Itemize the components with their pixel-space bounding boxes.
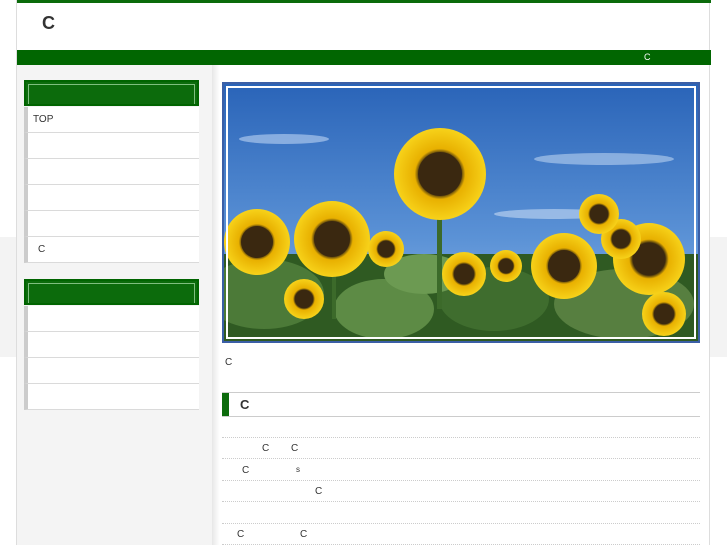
news-row[interactable]	[222, 416, 700, 438]
news-text[interactable]: C	[315, 486, 322, 497]
sidebar-shadow	[212, 65, 220, 545]
site-title[interactable]: C	[42, 13, 55, 34]
sidebar: TOP C	[17, 65, 213, 545]
sidebar-item[interactable]	[24, 133, 199, 159]
sidebar-item-label: C	[38, 244, 46, 255]
sidebar-item[interactable]	[24, 211, 199, 237]
sidebar-item[interactable]	[24, 185, 199, 211]
news-row[interactable]: C C	[222, 437, 700, 459]
hero-image	[222, 82, 700, 343]
news-date: C	[262, 443, 270, 454]
sidebar-item[interactable]	[24, 332, 199, 358]
sidebar-menu-header-2	[24, 279, 199, 305]
sidebar-item[interactable]	[24, 306, 199, 332]
sidebar-item-top[interactable]: TOP	[24, 107, 199, 133]
top-accent-line	[17, 0, 711, 3]
news-row[interactable]: C	[222, 480, 700, 502]
section-heading: C	[222, 392, 700, 417]
sidebar-item-label: TOP	[33, 114, 54, 125]
section-heading-text: C	[240, 397, 250, 412]
section-heading-bar	[222, 393, 229, 416]
nav-link[interactable]: C	[644, 51, 651, 64]
sidebar-item[interactable]	[24, 384, 199, 410]
page-frame: C C TOP C C C C C C s C C C	[16, 0, 711, 545]
news-date: C	[237, 529, 245, 540]
news-text[interactable]: C	[300, 529, 307, 540]
news-text[interactable]: s	[296, 465, 300, 474]
intro-text: C	[225, 357, 233, 368]
sidebar-menu-header-1	[24, 80, 199, 106]
news-date: C	[242, 465, 250, 476]
sidebar-item[interactable]: C	[24, 237, 199, 263]
news-text[interactable]: C	[291, 443, 298, 454]
global-nav-bar: C	[17, 50, 711, 65]
sidebar-item[interactable]	[24, 358, 199, 384]
news-row[interactable]: C C	[222, 523, 700, 545]
sidebar-item[interactable]	[24, 159, 199, 185]
news-row[interactable]: C s	[222, 459, 700, 481]
news-row[interactable]	[222, 502, 700, 524]
